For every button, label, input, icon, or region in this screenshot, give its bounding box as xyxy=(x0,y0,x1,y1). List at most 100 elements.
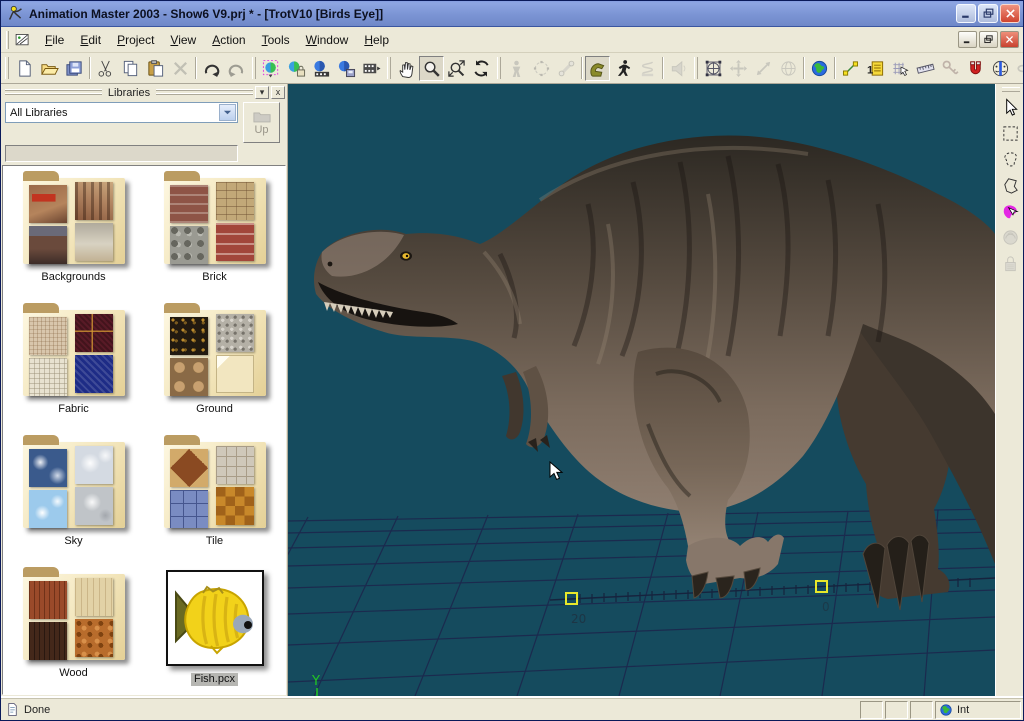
toolbar-separator xyxy=(662,57,664,79)
tile2-thumbnail xyxy=(216,446,254,484)
toolbar-gripper[interactable] xyxy=(497,57,501,79)
combobox-dropdown-button[interactable] xyxy=(219,104,236,121)
preview-animation-button[interactable] xyxy=(359,56,384,81)
cut-button[interactable] xyxy=(93,56,118,81)
library-item-label[interactable]: Sky xyxy=(61,535,85,548)
status-pane-3 xyxy=(910,701,933,719)
minimize-button[interactable] xyxy=(956,4,976,23)
document-window-icon[interactable] xyxy=(14,32,31,48)
menu-window[interactable]: Window xyxy=(298,29,357,51)
hide-mode-button[interactable] xyxy=(999,225,1023,249)
menu-tools[interactable]: Tools xyxy=(254,29,298,51)
panel-menu-button[interactable]: ▾ xyxy=(255,86,269,99)
key-info-button[interactable] xyxy=(863,56,888,81)
mirror-mode-button[interactable] xyxy=(988,56,1013,81)
library-item-label[interactable]: Fish.pcx xyxy=(191,673,238,686)
skeletal-mode-button[interactable] xyxy=(610,56,635,81)
redo-icon xyxy=(227,59,246,78)
redo-button[interactable] xyxy=(224,56,249,81)
folder-icon[interactable] xyxy=(164,310,266,396)
render-to-file-button[interactable] xyxy=(309,56,334,81)
library-path-field[interactable] xyxy=(5,145,238,162)
marker-label-0: 0 xyxy=(822,600,830,614)
select-arrow-button[interactable] xyxy=(999,95,1023,119)
rotate-manipulator-button[interactable] xyxy=(776,56,801,81)
render-animation-button[interactable] xyxy=(334,56,359,81)
group-pick-button[interactable] xyxy=(999,199,1023,223)
libraries-caption-bar[interactable]: Libraries ▾ x xyxy=(1,84,287,100)
up-button[interactable]: Up xyxy=(243,102,280,143)
polygon-lasso-button[interactable] xyxy=(999,173,1023,197)
paste-button[interactable] xyxy=(143,56,168,81)
mdi-minimize-button[interactable] xyxy=(958,31,977,48)
menu-help[interactable]: Help xyxy=(356,29,397,51)
folder-icon[interactable] xyxy=(164,442,266,528)
turn-button[interactable] xyxy=(469,56,494,81)
toolbar-gripper[interactable] xyxy=(252,57,256,79)
bound-manipulator-button[interactable] xyxy=(701,56,726,81)
menu-file[interactable]: File xyxy=(37,29,72,51)
render-mode-button[interactable] xyxy=(259,56,284,81)
library-item-label[interactable]: Fabric xyxy=(55,403,92,416)
fab1-thumbnail xyxy=(29,317,67,355)
lasso-select-button[interactable] xyxy=(999,147,1023,171)
new-project-button[interactable] xyxy=(12,56,37,81)
close-button[interactable] xyxy=(1000,4,1020,23)
lock-mode-button[interactable] xyxy=(999,251,1023,275)
hide-mode-icon xyxy=(1001,228,1020,247)
folder-icon[interactable] xyxy=(23,574,125,660)
library-combobox[interactable]: All Libraries xyxy=(5,102,238,123)
open-button[interactable] xyxy=(37,56,62,81)
snap-to-grid-button[interactable] xyxy=(888,56,913,81)
rail-gripper[interactable] xyxy=(1002,87,1020,92)
library-item-label[interactable]: Ground xyxy=(193,403,236,416)
dynamics-mode-button[interactable] xyxy=(635,56,660,81)
bones-mode-button[interactable] xyxy=(554,56,579,81)
folder-icon[interactable] xyxy=(23,442,125,528)
muscle-mode-button[interactable] xyxy=(585,56,610,81)
snap-magnet-button[interactable] xyxy=(963,56,988,81)
sky3-thumbnail xyxy=(29,490,67,528)
mdi-close-button[interactable] xyxy=(1000,31,1019,48)
zoom-fit-button[interactable] xyxy=(444,56,469,81)
library-item-label[interactable]: Wood xyxy=(56,667,91,680)
library-item-label[interactable]: Brick xyxy=(199,271,229,284)
toolbar-gripper[interactable] xyxy=(5,57,9,79)
lock-cp-button[interactable] xyxy=(1013,56,1023,81)
render-lock-button[interactable] xyxy=(284,56,309,81)
menu-project[interactable]: Project xyxy=(109,29,162,51)
toolbar-gripper[interactable] xyxy=(387,57,391,79)
show-bias-handles-button[interactable] xyxy=(838,56,863,81)
trex-model[interactable] xyxy=(314,135,995,610)
fish-image[interactable] xyxy=(166,570,264,666)
marquee-select-button[interactable] xyxy=(999,121,1023,145)
modeling-mode-button[interactable] xyxy=(529,56,554,81)
pan-button[interactable] xyxy=(394,56,419,81)
show-rulers-button[interactable] xyxy=(913,56,938,81)
viewport-3d[interactable]: 20 0 xyxy=(288,84,995,696)
undo-button[interactable] xyxy=(199,56,224,81)
scale-manipulator-button[interactable] xyxy=(751,56,776,81)
save-all-button[interactable] xyxy=(62,56,87,81)
library-item-label[interactable]: Tile xyxy=(203,535,226,548)
delete-button[interactable] xyxy=(168,56,193,81)
character-mode-button[interactable] xyxy=(504,56,529,81)
menubar-gripper[interactable] xyxy=(6,31,9,49)
panel-close-button[interactable]: x xyxy=(271,86,285,99)
menu-action[interactable]: Action xyxy=(204,29,253,51)
world-space-button[interactable] xyxy=(807,56,832,81)
make-keyframe-button[interactable] xyxy=(938,56,963,81)
toolbar-gripper[interactable] xyxy=(694,57,698,79)
sound-button[interactable] xyxy=(666,56,691,81)
mdi-restore-button[interactable] xyxy=(979,31,998,48)
restore-button[interactable] xyxy=(978,4,998,23)
copy-button[interactable] xyxy=(118,56,143,81)
folder-icon[interactable] xyxy=(23,178,125,264)
menu-view[interactable]: View xyxy=(162,29,204,51)
translate-manipulator-button[interactable] xyxy=(726,56,751,81)
menu-edit[interactable]: Edit xyxy=(72,29,109,51)
folder-icon[interactable] xyxy=(164,178,266,264)
zoom-button[interactable] xyxy=(419,56,444,81)
folder-icon[interactable] xyxy=(23,310,125,396)
library-item-label[interactable]: Backgrounds xyxy=(38,271,108,284)
